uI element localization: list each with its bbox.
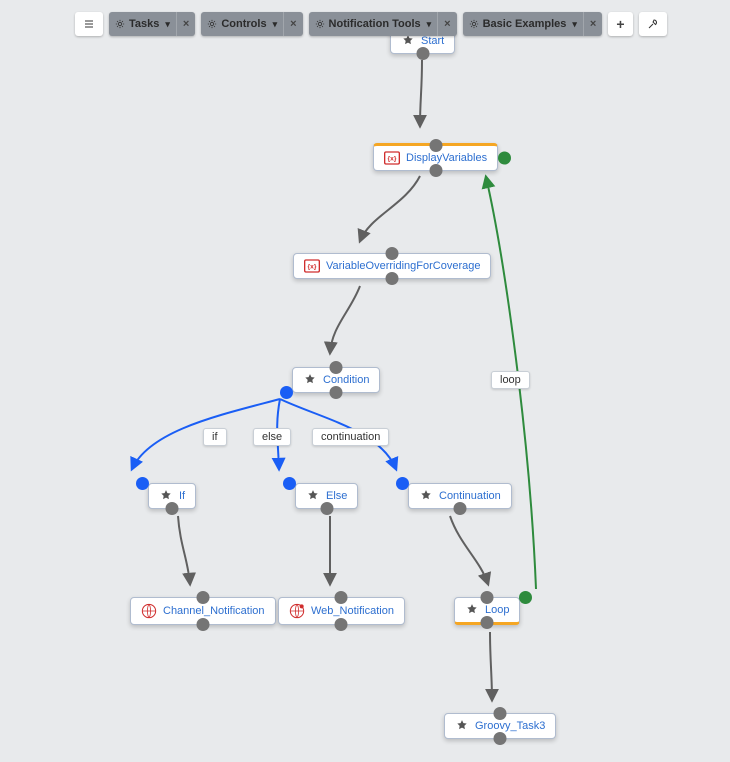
caret-down-icon: ▾ bbox=[165, 19, 170, 30]
caret-down-icon: ▾ bbox=[427, 19, 432, 30]
port-out[interactable] bbox=[196, 618, 209, 631]
variable-icon: {x} bbox=[384, 151, 400, 165]
node-label: Loop bbox=[485, 604, 509, 616]
tab-label: Basic Examples bbox=[483, 18, 567, 30]
tab-label: Tasks bbox=[129, 18, 159, 30]
port-in[interactable] bbox=[283, 477, 296, 490]
node-label: Condition bbox=[323, 374, 369, 386]
variable-icon: {x} bbox=[304, 259, 320, 273]
wrench-icon bbox=[647, 18, 659, 30]
tab-close[interactable]: × bbox=[583, 12, 602, 36]
node-label: Continuation bbox=[439, 490, 501, 502]
port-loop-in[interactable] bbox=[498, 152, 511, 165]
star-icon bbox=[419, 489, 433, 503]
node-variable-overriding[interactable]: {x} VariableOverridingForCoverage bbox=[293, 253, 491, 279]
tab-close[interactable]: × bbox=[437, 12, 456, 36]
tools-button[interactable] bbox=[639, 12, 667, 36]
edge-label-else: else bbox=[253, 428, 291, 446]
node-condition[interactable]: Condition bbox=[292, 367, 380, 393]
port-in[interactable] bbox=[386, 247, 399, 260]
edge-label-if: if bbox=[203, 428, 227, 446]
gear-icon bbox=[207, 19, 217, 29]
node-label: DisplayVariables bbox=[406, 152, 487, 164]
globe-icon bbox=[289, 603, 305, 619]
svg-text:{x}: {x} bbox=[388, 156, 397, 163]
workflow-canvas[interactable]: Start {x} DisplayVariables {x} VariableO… bbox=[0, 0, 730, 762]
node-channel-notification[interactable]: Channel_Notification bbox=[130, 597, 276, 625]
tab-basic-examples-dropdown[interactable]: Basic Examples ▾ bbox=[463, 12, 583, 36]
port-in[interactable] bbox=[494, 707, 507, 720]
port-out[interactable] bbox=[494, 732, 507, 745]
port-out[interactable] bbox=[481, 616, 494, 629]
star-icon bbox=[303, 373, 317, 387]
port-in[interactable] bbox=[429, 139, 442, 152]
port-out[interactable] bbox=[429, 164, 442, 177]
port-out[interactable] bbox=[453, 502, 466, 515]
tab-basic-examples: Basic Examples ▾ × bbox=[463, 12, 603, 36]
port-in[interactable] bbox=[330, 361, 343, 374]
tab-tasks-dropdown[interactable]: Tasks ▾ bbox=[109, 12, 176, 36]
star-icon bbox=[465, 603, 479, 617]
svg-text:{x}: {x} bbox=[308, 264, 317, 271]
node-groovy-task3[interactable]: Groovy_Task3 bbox=[444, 713, 556, 739]
node-label: VariableOverridingForCoverage bbox=[326, 260, 480, 272]
node-label: Channel_Notification bbox=[163, 605, 265, 617]
port-in[interactable] bbox=[136, 477, 149, 490]
toolbar: Tasks ▾ × Controls ▾ × Notification Tool… bbox=[75, 12, 667, 36]
node-continuation[interactable]: Continuation bbox=[408, 483, 512, 509]
tab-label: Controls bbox=[221, 18, 266, 30]
node-label: Else bbox=[326, 490, 347, 502]
tab-close[interactable]: × bbox=[176, 12, 195, 36]
tab-notification-tools: Notification Tools ▾ × bbox=[309, 12, 457, 36]
add-tab-button[interactable]: + bbox=[608, 12, 632, 36]
tab-controls-dropdown[interactable]: Controls ▾ bbox=[201, 12, 283, 36]
star-icon bbox=[159, 489, 173, 503]
port-branch-out[interactable] bbox=[280, 386, 293, 399]
node-web-notification[interactable]: Web_Notification bbox=[278, 597, 405, 625]
port-out[interactable] bbox=[386, 272, 399, 285]
star-icon bbox=[306, 489, 320, 503]
node-else[interactable]: Else bbox=[295, 483, 358, 509]
edge-label-loop: loop bbox=[491, 371, 530, 389]
node-if[interactable]: If bbox=[148, 483, 196, 509]
tab-close[interactable]: × bbox=[283, 12, 302, 36]
port-out[interactable] bbox=[335, 618, 348, 631]
gear-icon bbox=[315, 19, 325, 29]
port-out[interactable] bbox=[166, 502, 179, 515]
caret-down-icon: ▾ bbox=[572, 19, 577, 30]
node-label: If bbox=[179, 490, 185, 502]
gear-icon bbox=[469, 19, 479, 29]
port-out-default[interactable] bbox=[330, 386, 343, 399]
edge-label-continuation: continuation bbox=[312, 428, 389, 446]
port-in[interactable] bbox=[196, 591, 209, 604]
tab-notification-tools-dropdown[interactable]: Notification Tools ▾ bbox=[309, 12, 438, 36]
port-in[interactable] bbox=[396, 477, 409, 490]
node-loop[interactable]: Loop bbox=[454, 597, 520, 625]
port-loop-out[interactable] bbox=[519, 591, 532, 604]
layout-icon bbox=[83, 18, 95, 30]
star-icon bbox=[401, 34, 415, 48]
gear-icon bbox=[115, 19, 125, 29]
layout-button[interactable] bbox=[75, 12, 103, 36]
node-label: Groovy_Task3 bbox=[475, 720, 545, 732]
node-label: Web_Notification bbox=[311, 605, 394, 617]
node-label: Start bbox=[421, 35, 444, 47]
caret-down-icon: ▾ bbox=[273, 19, 278, 30]
tab-controls: Controls ▾ × bbox=[201, 12, 302, 36]
star-icon bbox=[455, 719, 469, 733]
globe-icon bbox=[141, 603, 157, 619]
node-display-variables[interactable]: {x} DisplayVariables bbox=[373, 143, 498, 171]
tab-label: Notification Tools bbox=[329, 18, 421, 30]
port-in[interactable] bbox=[335, 591, 348, 604]
port-in[interactable] bbox=[481, 591, 494, 604]
port-out[interactable] bbox=[416, 47, 429, 60]
port-out[interactable] bbox=[320, 502, 333, 515]
tab-tasks: Tasks ▾ × bbox=[109, 12, 195, 36]
